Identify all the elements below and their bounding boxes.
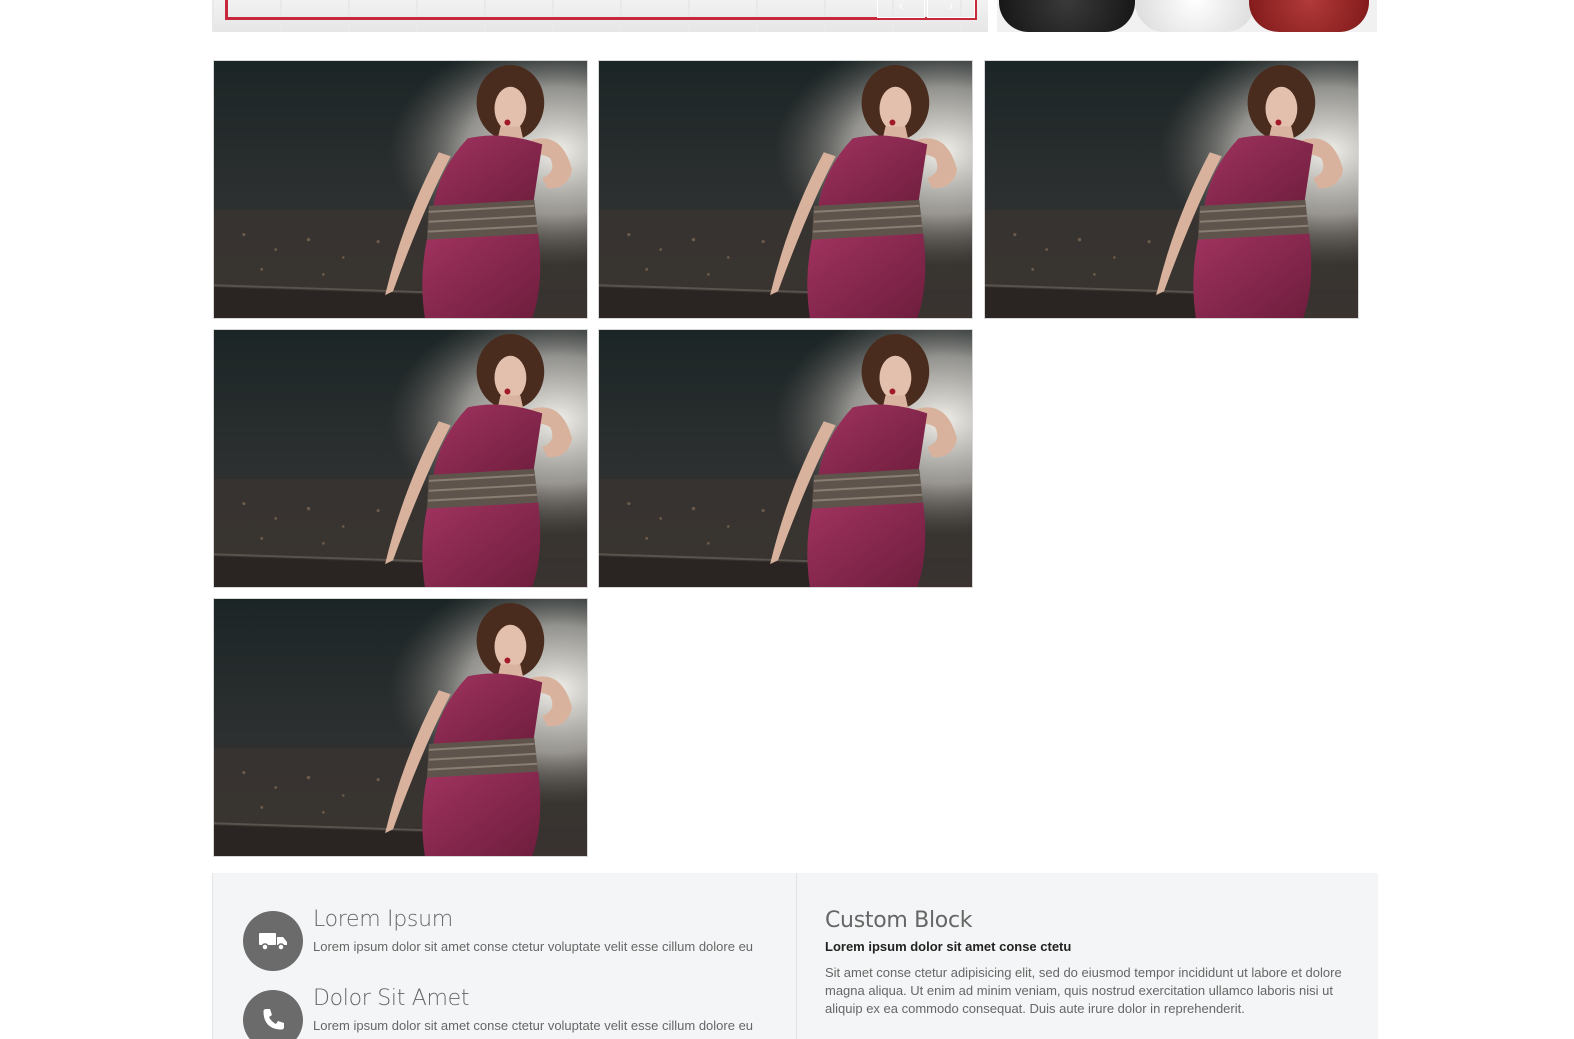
banner-frame	[225, 0, 977, 20]
gallery-image[interactable]	[213, 60, 588, 319]
truck-icon	[243, 911, 303, 971]
red-sweater-image	[1249, 0, 1369, 32]
gallery-image[interactable]	[213, 329, 588, 588]
feature-text: Lorem ipsum dolor sit amet conse ctetur …	[313, 1018, 754, 1033]
page: ‹ › Lorem Ipsum Lorem ipsum dolor sit am…	[0, 0, 1574, 1039]
gallery-image[interactable]	[984, 60, 1359, 319]
section-divider	[796, 873, 797, 1039]
custom-block-subtitle: Lorem ipsum dolor sit amet conse ctetu	[825, 939, 1072, 954]
phone-icon	[243, 990, 303, 1039]
white-sweater-image	[1135, 0, 1255, 32]
custom-block: Custom Block Lorem ipsum dolor sit amet …	[825, 907, 1345, 1018]
gallery-image[interactable]	[213, 598, 588, 857]
chevron-left-icon[interactable]: ‹	[877, 0, 925, 18]
custom-block-body: Sit amet conse ctetur adipisicing elit, …	[825, 965, 1342, 1016]
feature-title: Dolor Sit Amet	[313, 986, 470, 1011]
feature-text: Lorem ipsum dolor sit amet conse ctetur …	[313, 939, 754, 954]
black-sweater-image	[999, 0, 1135, 32]
feature-title: Lorem Ipsum	[313, 907, 453, 932]
gallery-image[interactable]	[598, 329, 973, 588]
gallery-image[interactable]	[598, 60, 973, 319]
info-section: Lorem Ipsum Lorem ipsum dolor sit amet c…	[212, 873, 1378, 1039]
sweaters-banner[interactable]	[997, 0, 1377, 32]
custom-block-title: Custom Block	[825, 908, 973, 933]
promo-banner[interactable]: ‹ ›	[212, 0, 988, 32]
chevron-right-icon[interactable]: ›	[927, 0, 975, 18]
